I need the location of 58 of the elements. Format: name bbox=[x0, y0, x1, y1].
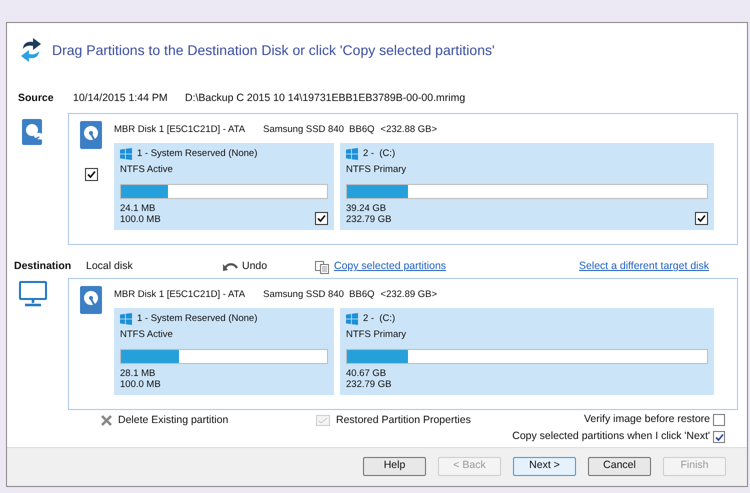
disk-model: Samsung SSD 840 BB6Q bbox=[263, 288, 375, 302]
undo-button[interactable]: Undo bbox=[223, 259, 315, 275]
option-label: Copy selected partitions when I click 'Next' bbox=[512, 429, 710, 444]
windows-logo-icon bbox=[346, 148, 358, 160]
partition-name: 2 - (C:) bbox=[363, 312, 396, 326]
total-size: 232.79 GB bbox=[346, 379, 392, 390]
disk-size: <232.89 GB> bbox=[380, 288, 438, 302]
checkbox[interactable] bbox=[713, 414, 725, 426]
partition-name: 1 - System Reserved (None) bbox=[137, 146, 258, 161]
partition-properties-button[interactable]: Restored Partition Properties bbox=[316, 413, 471, 428]
filesystem-label: NTFS Primary bbox=[346, 328, 408, 342]
checkbox[interactable] bbox=[315, 212, 328, 226]
used-size: 24.1 MB bbox=[120, 203, 156, 214]
delete-partition-button[interactable]: Delete Existing partition bbox=[101, 413, 316, 428]
select-disk-link[interactable]: Select a different target disk bbox=[579, 259, 709, 275]
checkbox[interactable] bbox=[713, 431, 725, 443]
copy-icon bbox=[315, 260, 329, 274]
properties-icon bbox=[316, 415, 330, 426]
partition-name: 2 - (C:) bbox=[363, 146, 396, 161]
partition-card[interactable]: 1 - System Reserved (None) NTFS Active 24.1 MB 100.0 MB bbox=[114, 143, 334, 230]
disk-size: <232.88 GB> bbox=[380, 123, 438, 137]
wizard-button[interactable]: Next > bbox=[513, 456, 576, 476]
total-size: 100.0 MB bbox=[120, 214, 161, 226]
used-size: 39.24 GB bbox=[346, 203, 388, 214]
partition-name: 1 - System Reserved (None) bbox=[137, 312, 258, 326]
wizard-button[interactable]: Help bbox=[363, 456, 426, 476]
disk-type: Local disk bbox=[86, 259, 134, 274]
disk-name: MBR Disk 1 [E5C1C21D] - ATA bbox=[114, 123, 246, 137]
sync-arrows-icon bbox=[20, 38, 42, 62]
used-size: 28.1 MB bbox=[120, 368, 156, 380]
wizard-button[interactable]: Cancel bbox=[588, 456, 651, 476]
total-size: 232.79 GB bbox=[346, 214, 392, 226]
partition-card[interactable]: 2 - (C:) NTFS Primary 40.67 GB 232.79 GB bbox=[340, 308, 714, 396]
disk-image-icon bbox=[22, 119, 44, 145]
windows-logo-icon bbox=[346, 313, 358, 325]
filesystem-label: NTFS Primary bbox=[346, 163, 408, 177]
checkbox[interactable] bbox=[695, 212, 708, 226]
disk-model: Samsung SSD 840 BB6Q bbox=[263, 123, 375, 137]
total-size: 100.0 MB bbox=[120, 379, 161, 390]
checkbox[interactable] bbox=[84, 168, 98, 181]
undo-icon bbox=[223, 262, 238, 272]
wizard-title: Drag Partitions to the Destination Disk or click 'Copy selected partitions' bbox=[52, 40, 495, 60]
windows-logo-icon bbox=[120, 148, 132, 160]
disk-name: MBR Disk 1 [E5C1C21D] - ATA bbox=[114, 288, 246, 302]
option-label: Verify image before restore bbox=[584, 412, 710, 428]
partition-card[interactable]: 1 - System Reserved (None) NTFS Active 28.1 MB 100.0 MB bbox=[114, 308, 334, 396]
copy-partitions-link[interactable]: Copy selected partitions bbox=[334, 259, 446, 275]
image-path: D:\Backup C 2015 10 14\19731EBB1EB3789B-00-00.mrimg bbox=[185, 91, 466, 106]
cross-icon bbox=[101, 415, 112, 426]
backup-date: 10/14/2015 1:44 PM bbox=[73, 91, 169, 106]
destination-label: Destination bbox=[14, 259, 72, 274]
source-label: Source bbox=[18, 91, 55, 106]
used-size: 40.67 GB bbox=[346, 368, 388, 380]
monitor-icon bbox=[19, 281, 47, 307]
partition-card[interactable]: 2 - (C:) NTFS Primary 39.24 GB 232.79 GB bbox=[340, 143, 714, 230]
filesystem-label: NTFS Active bbox=[120, 328, 174, 342]
filesystem-label: NTFS Active bbox=[120, 163, 174, 177]
windows-logo-icon bbox=[120, 313, 132, 325]
